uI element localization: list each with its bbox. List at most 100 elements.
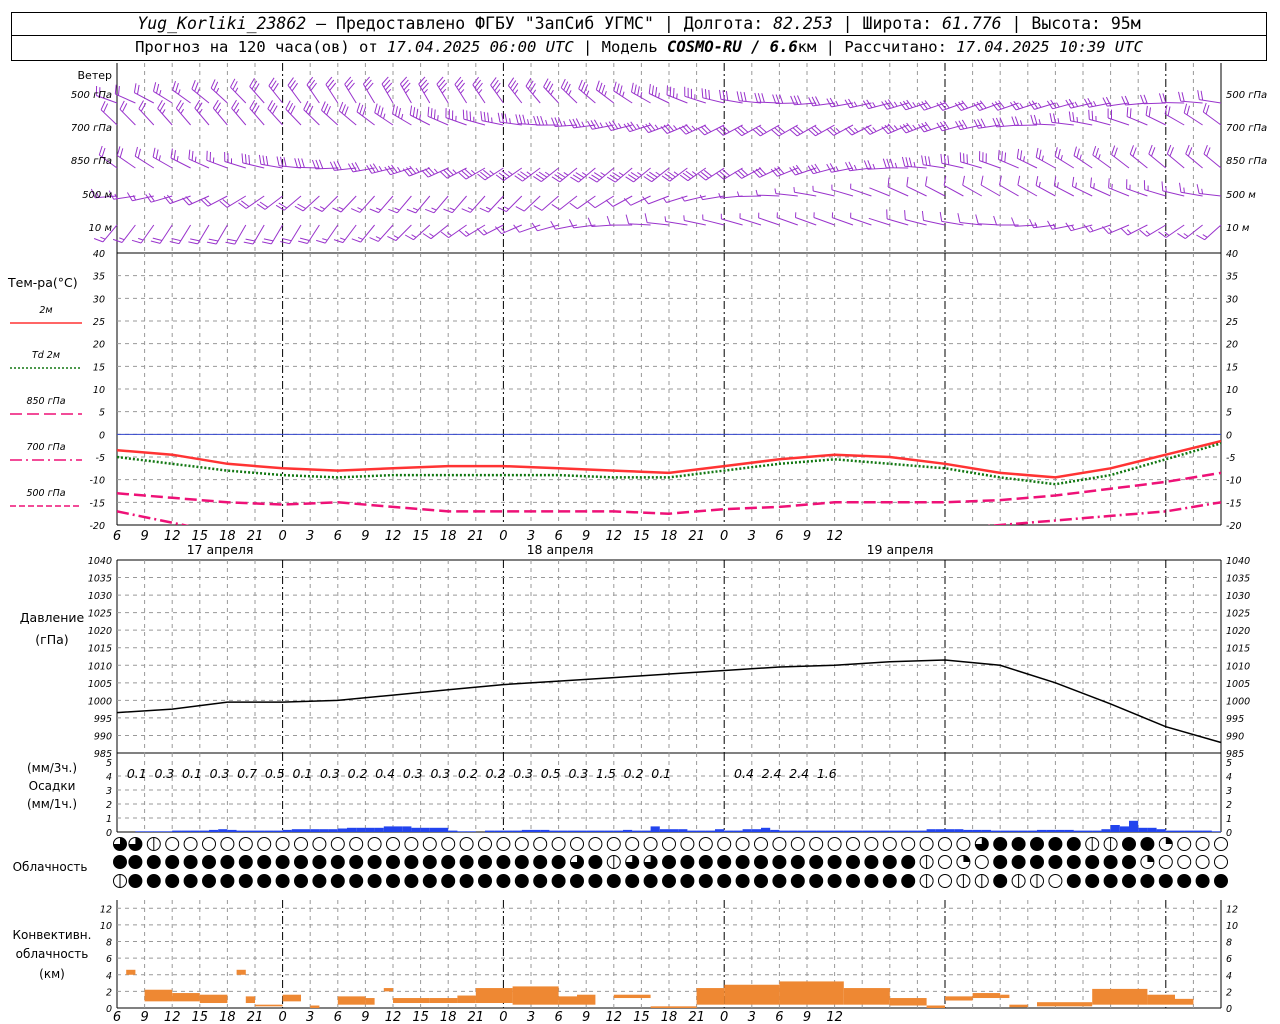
wind-level-right: 700 гПа <box>1226 123 1267 134</box>
precip-bar <box>494 830 504 832</box>
cloud-circle <box>809 837 824 851</box>
precip-bar <box>1175 830 1185 832</box>
time-label-temp: 12 <box>606 529 623 544</box>
wind-barb <box>869 187 890 197</box>
time-label-bottom: 21 <box>468 1010 485 1024</box>
pressure-ytick-left: 1025 <box>88 609 112 620</box>
temp-title: Тем-ра(°С) <box>7 275 78 290</box>
conv-bar <box>512 986 559 1005</box>
conv-bar <box>972 993 1001 999</box>
wind-barb <box>1164 104 1185 126</box>
cloud-circle-fill <box>1104 855 1118 869</box>
wind-barb <box>701 88 725 104</box>
precip-ytick-right: 2 <box>1226 800 1232 811</box>
cloud-circle <box>662 837 676 851</box>
wind-level-left: 500 гПа <box>71 90 112 101</box>
temp-ytick-right: 0 <box>1226 430 1232 441</box>
time-label-bottom: 9 <box>140 1010 148 1024</box>
conv-bar <box>1009 1004 1028 1008</box>
precip-ytick-left: 1 <box>106 814 112 825</box>
temp-ytick-left: -5 <box>96 453 105 464</box>
cloud-circle-fill <box>754 874 768 888</box>
cloud-circle-fill <box>478 874 492 888</box>
wind-barb <box>494 224 522 235</box>
cloud-circle-fill <box>386 874 400 888</box>
meteogram: 0.1 0.3 0.1 0.3 0.7 0.5 0.1 0.3 0.2 0.4 0.3 0.3 0.2 0… <box>7 63 1267 1024</box>
precip-3h-sum: 0.3 <box>154 766 174 781</box>
conv-ytick-left: 0 <box>106 1004 112 1015</box>
time-label-temp: 3 <box>748 529 756 544</box>
precip-bar <box>264 830 274 832</box>
cloud-circle-fill <box>184 855 198 869</box>
temp-ytick-right: 20 <box>1226 340 1238 351</box>
wind-barb <box>698 167 725 181</box>
precip-ytick-left: 5 <box>106 758 112 769</box>
pressure-ytick-left: 1010 <box>88 661 112 672</box>
precip-3h-sum: 1.6 <box>817 766 837 781</box>
precip-3h-sum: 0.7 <box>237 766 257 781</box>
cloud-circle <box>588 837 603 851</box>
wind-barb <box>243 224 265 245</box>
temp-ytick-right: -10 <box>1226 476 1242 487</box>
precip-bar <box>595 830 605 832</box>
precip-bar <box>623 829 633 832</box>
precip-bar <box>972 829 982 832</box>
temp-ytick-right: 15 <box>1226 362 1238 373</box>
precip-bar <box>439 827 449 832</box>
cloud-circle-fill <box>1122 837 1136 851</box>
precip-bar <box>1037 829 1047 832</box>
time-label-bottom: 3 <box>306 1010 314 1024</box>
precip-bar <box>981 829 991 832</box>
precip-bar <box>1046 829 1056 832</box>
wind-barb <box>241 153 265 169</box>
cloud-circle-fill <box>1140 874 1154 888</box>
cloud-circle-fill <box>1122 855 1136 869</box>
cloud-circle-fill <box>276 874 290 888</box>
time-label-bottom: 12 <box>385 1010 402 1024</box>
cloud-circle <box>901 837 916 851</box>
wind-barb <box>230 78 247 104</box>
cloud-circle-fill <box>423 874 437 888</box>
wind-barb <box>808 124 835 137</box>
wind-barb <box>210 79 228 104</box>
cloud-circle-fill <box>644 874 658 888</box>
wind-barb <box>1092 145 1111 169</box>
cloud-circle <box>790 837 805 851</box>
cloud-circle <box>165 837 180 851</box>
precip-bar <box>356 827 366 832</box>
temp-ytick-left: 15 <box>93 362 105 373</box>
time-label-bottom: 6 <box>554 1010 562 1024</box>
wind-barb <box>578 79 596 104</box>
cloud-circle-fill <box>607 874 621 888</box>
wind-barb <box>813 212 835 226</box>
wind-barb <box>490 77 504 104</box>
time-label-temp: 6 <box>775 529 783 544</box>
cloud-circle <box>367 837 382 851</box>
pressure-ytick-right: 1035 <box>1226 574 1250 585</box>
cloud-circle-fill <box>680 874 694 888</box>
precip-bar <box>429 827 439 832</box>
temp-legend-label: 2м <box>39 305 52 316</box>
time-label-bottom: 21 <box>247 1010 264 1024</box>
precip-bar <box>853 830 863 832</box>
cloud-circle-fill <box>846 855 860 869</box>
precip-ytick-right: 5 <box>1226 758 1232 769</box>
precip-bar <box>770 829 780 832</box>
cloud-circle <box>827 837 842 851</box>
cloud-circle <box>294 837 308 851</box>
cloud-circle <box>496 837 511 851</box>
conv-bar <box>383 988 393 992</box>
cloud-circle-fill <box>128 855 142 869</box>
cloud-circle-fill <box>901 855 915 869</box>
conv-bar <box>255 1004 283 1007</box>
cloud-circle-fill <box>846 874 860 888</box>
cloud-circle-fill <box>588 874 602 888</box>
cloud-circle-fill <box>1104 874 1118 888</box>
wind-barb <box>568 219 596 229</box>
precip-bar <box>1147 827 1157 832</box>
wind-barb <box>845 161 872 172</box>
precip-bar <box>899 830 909 832</box>
time-label-bottom: 21 <box>688 1010 705 1024</box>
wind-barb <box>1179 182 1203 197</box>
precip-bar <box>1165 830 1175 832</box>
